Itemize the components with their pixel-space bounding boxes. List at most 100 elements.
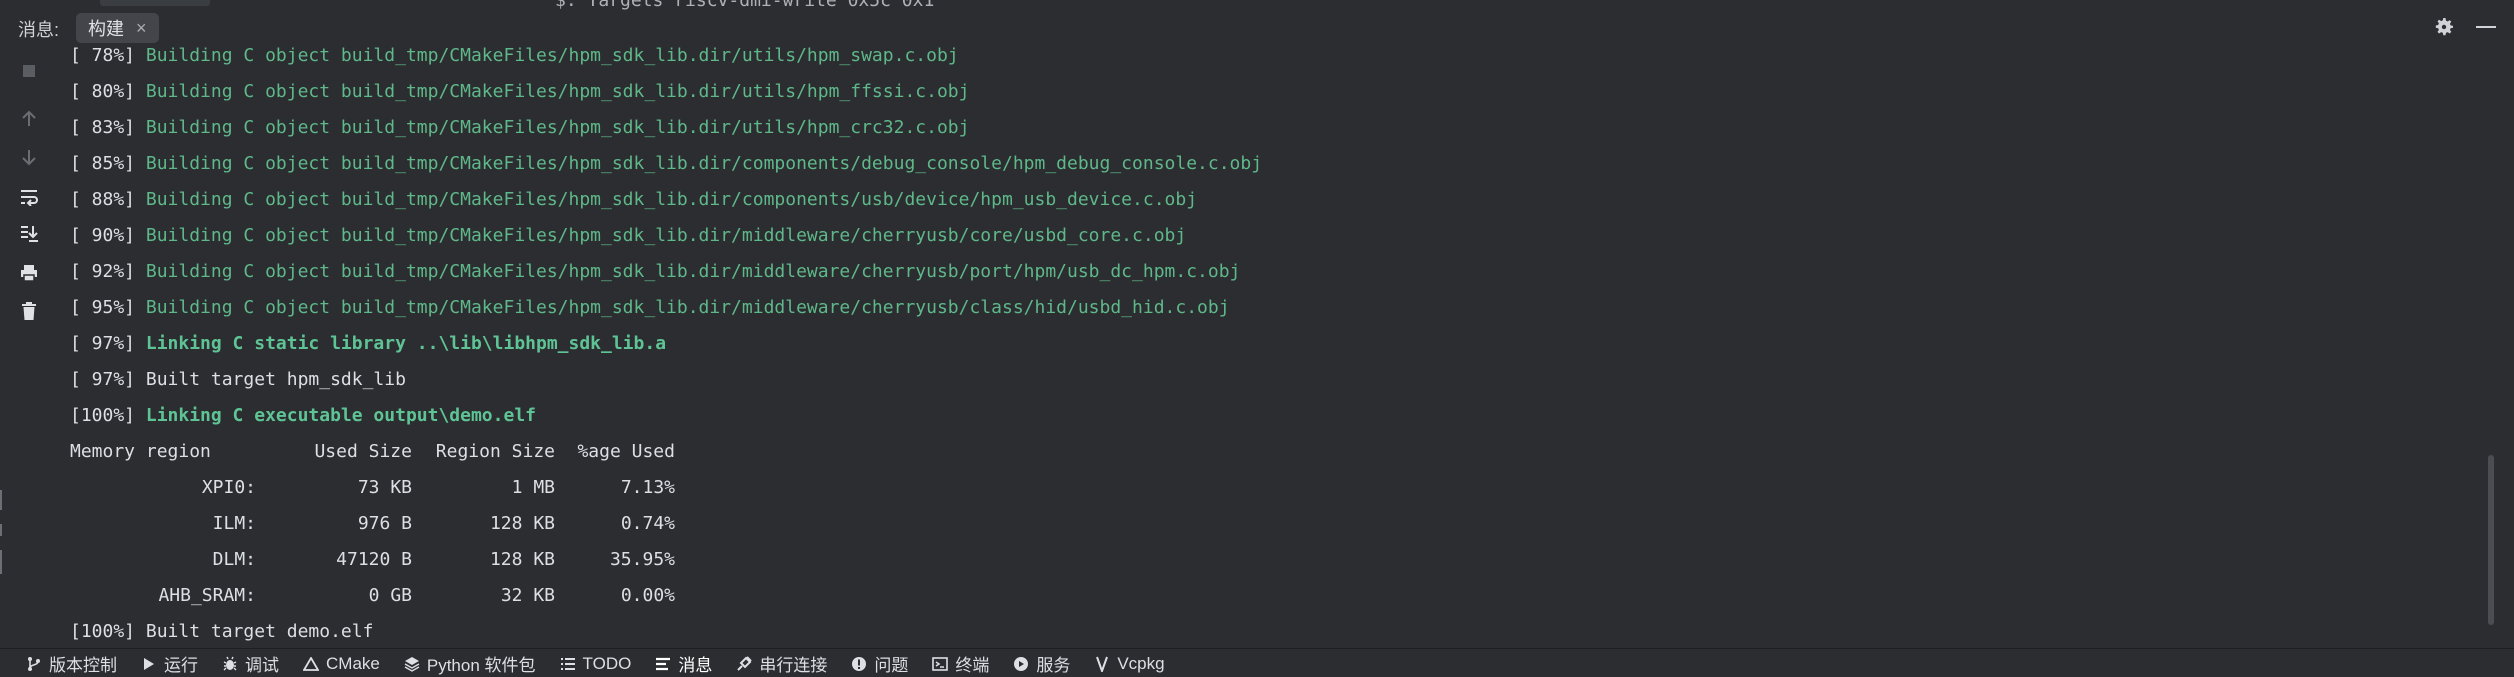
ghost-tab [100,0,210,6]
output-text: Building C object build_tmp/CMakeFiles/h… [145,225,1187,246]
tool-window-problems[interactable]: 问题 [851,651,908,676]
progress-prefix: [ 78%] [70,45,146,66]
tool-window-label: 终端 [955,656,990,675]
memory-header-cell: %age Used [577,441,675,462]
memory-header-cell: Memory region [70,441,211,462]
branch-icon [26,656,42,672]
arrow-up-icon[interactable] [16,106,42,132]
output-line: [ 78%] Building C object build_tmp/CMake… [70,38,2470,74]
progress-prefix: [ 92%] [70,261,146,282]
memory-cell: 0 GB [368,585,412,606]
tool-window-terminal[interactable]: 终端 [932,651,989,676]
memory-table-row: XPI0: 73 KB 1 MB 7.13% [70,470,2470,506]
tool-window-label: 版本控制 [49,656,117,675]
tool-window-label: Python 软件包 [426,656,536,675]
memory-cell: DLM: [212,549,256,570]
memory-table-header: Memory region Used Size Region Size %age Us… [70,434,2470,470]
panel-title: 消息: [18,20,60,40]
progress-prefix: [ 85%] [70,153,146,174]
progress-prefix: [100%] [70,405,146,426]
memory-header-cell: Used Size [314,441,412,462]
memory-cell: 128 KB [489,513,555,534]
layers-icon [404,656,420,672]
terminal-icon [932,656,949,672]
tool-window-label: 串行连接 [759,656,828,675]
tool-window-label: 运行 [164,656,198,675]
tool-window-python-packages[interactable]: Python 软件包 [404,651,536,676]
memory-cell: 128 KB [489,549,555,570]
bottom-tool-window-bar: 版本控制 运行 调试 CMake Python 软件包 TODO 消息 串行连接 问题 终端 服务 V… [0,648,2514,677]
memory-cell: ILM: [212,513,256,534]
tool-window-messages[interactable]: 消息 [655,651,712,676]
tool-window-cmake[interactable]: CMake [303,654,380,674]
output-line: [ 97%] Built target hpm_sdk_lib [70,362,2470,398]
progress-prefix: [ 97%] [70,369,146,390]
memory-cell: 0.74% [620,513,675,534]
output-line: [ 80%] Building C object build_tmp/CMake… [70,74,2470,110]
output-text: Building C object build_tmp/CMakeFiles/h… [145,81,970,102]
memory-cell: AHB_SRAM: [158,585,256,606]
tool-window-serial-connect[interactable]: 串行连接 [736,651,827,676]
gear-icon[interactable] [2432,15,2456,39]
progress-prefix: [ 83%] [70,117,146,138]
memory-cell: 32 KB [500,585,555,606]
memory-cell: 1 MB [511,477,555,498]
output-text: Building C object build_tmp/CMakeFiles/h… [145,297,1230,318]
left-toolbar [0,52,58,642]
scroll-to-end-icon[interactable] [16,220,42,246]
output-line: [ 88%] Building C object build_tmp/CMake… [70,182,2470,218]
tool-window-run[interactable]: 运行 [141,651,198,676]
services-icon [1013,656,1029,672]
output-text: Building C object build_tmp/CMakeFiles/h… [145,261,1241,282]
output-line: [ 90%] Building C object build_tmp/CMake… [70,218,2470,254]
triangle-icon [303,656,319,672]
bug-icon [222,656,238,672]
output-line: [ 92%] Building C object build_tmp/CMake… [70,254,2470,290]
tool-window-todo[interactable]: TODO [560,653,632,674]
soft-wrap-icon[interactable] [16,184,42,210]
memory-table-row: AHB_SRAM: 0 GB 32 KB 0.00% [70,578,2470,614]
play-icon [141,656,157,672]
memory-cell: 73 KB [357,477,412,498]
plug-icon [736,655,753,672]
memory-cell: 35.95% [609,549,675,570]
print-icon[interactable] [16,260,42,286]
tool-window-label: Vcpkg [1117,653,1165,673]
list-icon [560,656,576,672]
progress-prefix: [ 80%] [70,81,146,102]
tool-window-services[interactable]: 服务 [1013,651,1070,676]
memory-cell: 47120 B [336,549,412,570]
memory-cell: 976 B [357,513,412,534]
output-text: Linking C static library ..\lib\libhpm_s… [145,333,667,354]
minimize-icon[interactable] [2476,26,2496,28]
top-strip: $: Targets riscv-dmi-write 0x5c 0x1 [0,0,2514,11]
progress-prefix: [ 88%] [70,189,146,210]
memory-cell: XPI0: [201,477,256,498]
memory-header-cell: Region Size [435,441,555,462]
arrow-down-icon[interactable] [16,144,42,170]
tool-window-label: TODO [582,653,632,673]
tool-window-vcpkg[interactable]: Vcpkg [1094,653,1165,674]
memory-usage-table: Memory region Used Size Region Size %age Us… [70,434,2470,614]
progress-prefix: [ 95%] [70,297,146,318]
tool-window-label: CMake [326,653,380,673]
output-text: Building C object build_tmp/CMakeFiles/h… [145,189,1198,210]
tool-window-label: 服务 [1036,656,1071,675]
output-text: Built target hpm_sdk_lib [145,369,406,390]
output-line: [ 97%] Linking C static library ..\lib\l… [70,326,2470,362]
memory-cell: 7.13% [620,477,675,498]
messages-icon [655,656,671,672]
output-line-final: [100%] Built target demo.elf [70,621,374,642]
output-text: Linking C executable output\demo.elf [145,405,536,426]
left-edge-marks [0,490,4,630]
trash-icon[interactable] [16,298,42,324]
warning-icon [851,656,867,672]
memory-cell: 0.00% [620,585,675,606]
tool-window-version-control[interactable]: 版本控制 [26,651,117,676]
tool-window-debug[interactable]: 调试 [222,651,279,676]
stop-icon[interactable] [16,58,42,84]
memory-table-row: ILM: 976 B 128 KB 0.74% [70,506,2470,542]
vertical-scrollbar[interactable] [2488,455,2494,625]
close-icon[interactable]: × [136,19,147,37]
progress-prefix: [ 90%] [70,225,146,246]
